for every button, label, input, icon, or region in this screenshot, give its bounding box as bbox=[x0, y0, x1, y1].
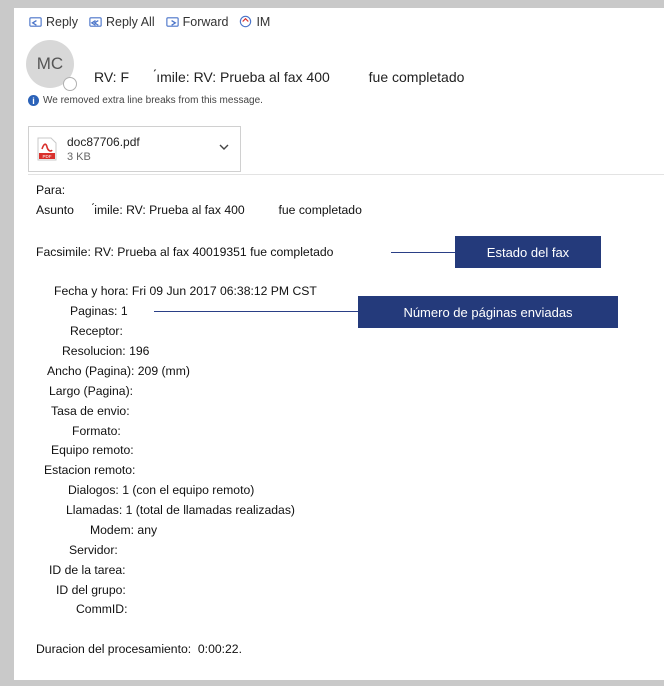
facsimile-line: Facsimile: RV: Prueba al fax 40019351 fu… bbox=[36, 245, 334, 259]
field-tasa: Tasa de envio: bbox=[51, 404, 130, 418]
message-toolbar: Reply Reply All Forward IM bbox=[28, 14, 270, 29]
presence-status-icon bbox=[63, 77, 77, 91]
field-formato: Formato: bbox=[72, 424, 121, 438]
forward-button[interactable]: Forward bbox=[165, 14, 229, 29]
field-id-grupo: ID del grupo: bbox=[56, 583, 126, 597]
im-label: IM bbox=[256, 14, 271, 29]
field-resolucion: Resolucion: 196 bbox=[62, 344, 150, 358]
avatar-initials: MC bbox=[36, 54, 64, 73]
pdf-file-icon: PDF bbox=[37, 137, 57, 161]
field-id-tarea: ID de la tarea: bbox=[49, 563, 126, 577]
reply-button[interactable]: Reply bbox=[28, 14, 78, 29]
email-panel: Reply Reply All Forward IM MC RV: F ́ımi… bbox=[14, 8, 664, 680]
field-dialogos: Dialogos: 1 (con el equipo remoto) bbox=[68, 483, 255, 497]
forward-label: Forward bbox=[182, 14, 229, 29]
field-modem: Modem: any bbox=[90, 523, 158, 537]
pages-sent-callout: Número de páginas enviadas bbox=[358, 296, 618, 328]
field-llamadas: Llamadas: 1 (total de llamadas realizada… bbox=[66, 503, 295, 517]
fax-status-callout: Estado del fax bbox=[455, 236, 601, 268]
header-divider bbox=[28, 174, 664, 175]
line-break-notice: i We removed extra line breaks from this… bbox=[28, 95, 263, 106]
notice-text: We removed extra line breaks from this m… bbox=[43, 95, 263, 106]
attachment-filename: doc87706.pdf bbox=[67, 135, 140, 149]
attachment-card[interactable]: PDF doc87706.pdf 3 KB bbox=[28, 126, 241, 172]
reply-all-icon bbox=[89, 17, 102, 27]
reply-icon bbox=[29, 17, 42, 27]
info-icon: i bbox=[28, 95, 39, 106]
message-subject: RV: F ́ımile: RV: Prueba al fax 400 fue … bbox=[94, 69, 465, 85]
para-line: Para: bbox=[36, 183, 66, 197]
reply-all-label: Reply All bbox=[105, 14, 155, 29]
field-largo: Largo (Pagina): bbox=[49, 384, 134, 398]
reply-label: Reply bbox=[46, 14, 78, 29]
field-servidor: Servidor: bbox=[69, 543, 118, 557]
forward-icon bbox=[165, 17, 179, 27]
duration-line: Duracion del procesamiento: 0:00:22. bbox=[36, 642, 242, 656]
fax-status-connector bbox=[391, 252, 455, 253]
im-icon bbox=[240, 15, 252, 28]
field-paginas: Paginas: 1 bbox=[70, 304, 128, 318]
field-receptor: Receptor: bbox=[70, 324, 123, 338]
field-commid: CommID: bbox=[76, 602, 128, 616]
reply-all-button[interactable]: Reply All bbox=[88, 14, 155, 29]
field-fecha: Fecha y hora: Fri 09 Jun 2017 06:38:12 P… bbox=[54, 284, 317, 298]
im-button[interactable]: IM bbox=[238, 14, 270, 29]
chevron-down-icon[interactable] bbox=[218, 141, 230, 153]
pdf-icon-label: PDF bbox=[43, 154, 52, 159]
pages-sent-callout-text: Número de páginas enviadas bbox=[403, 304, 573, 320]
attachment-size: 3 KB bbox=[67, 151, 91, 163]
fax-status-callout-text: Estado del fax bbox=[486, 244, 570, 260]
field-estacion-remoto: Estacion remoto: bbox=[44, 463, 136, 477]
pages-sent-connector bbox=[154, 311, 358, 312]
asunto-line: Asunto ́imile: RV: Prueba al fax 400 fue… bbox=[36, 203, 362, 217]
field-ancho: Ancho (Pagina): 209 (mm) bbox=[47, 364, 190, 378]
field-equipo-remoto: Equipo remoto: bbox=[51, 443, 134, 457]
